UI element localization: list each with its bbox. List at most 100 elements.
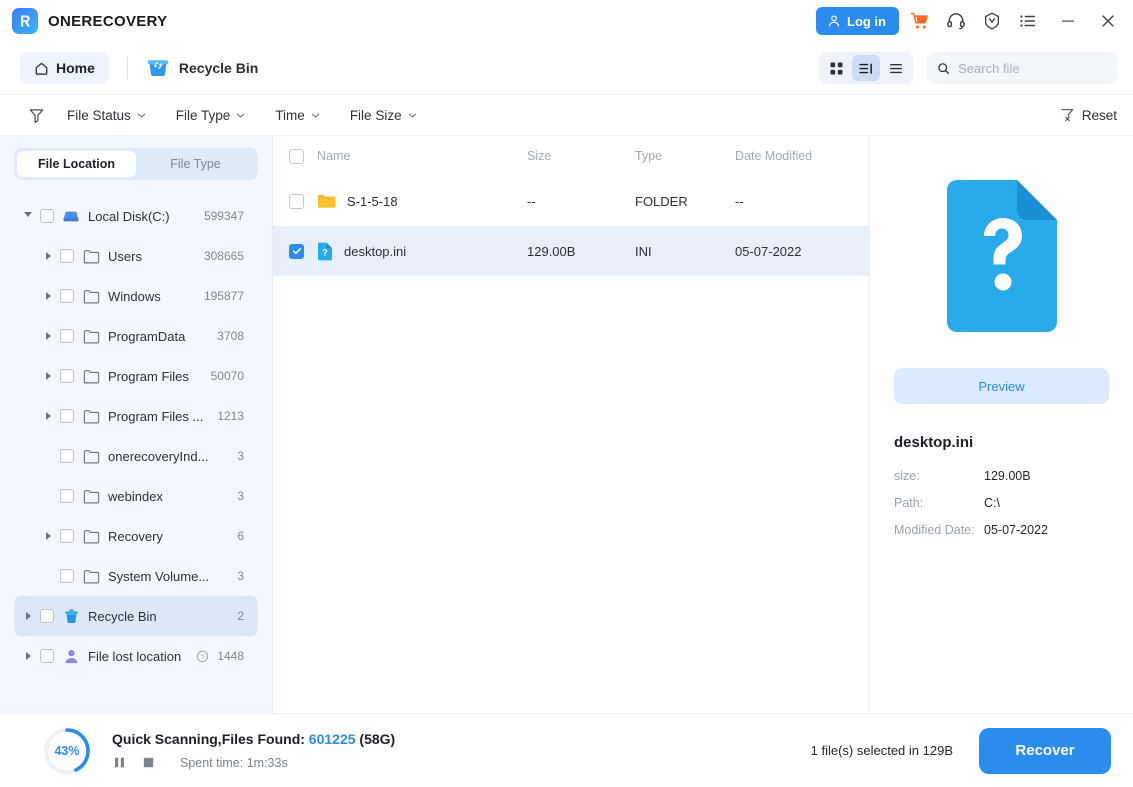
- svg-text:?: ?: [322, 247, 328, 257]
- tree-expand-arrow-icon[interactable]: [20, 212, 36, 221]
- column-header-size[interactable]: Size: [527, 149, 635, 163]
- headset-icon[interactable]: [941, 6, 971, 36]
- tree-item-label: Local Disk(C:): [88, 209, 196, 224]
- filter-time[interactable]: Time: [275, 108, 320, 123]
- tree-item-programdata[interactable]: ProgramData3708: [14, 316, 258, 356]
- folder-icon: [82, 529, 100, 544]
- tree-item-label: File lost location: [88, 649, 190, 664]
- tree-item-webindex[interactable]: webindex3: [14, 476, 258, 516]
- tree-expand-arrow-icon[interactable]: [20, 652, 36, 660]
- preview-detail-row: Modified Date:05-07-2022: [894, 523, 1109, 537]
- tree-item-checkbox[interactable]: [60, 489, 74, 503]
- tree-item-recycle-bin[interactable]: Recycle Bin2: [14, 596, 258, 636]
- tree-item-count: 3: [237, 449, 244, 463]
- chevron-down-icon: [311, 111, 320, 120]
- row-checkbox[interactable]: [289, 244, 304, 259]
- stop-scan-button[interactable]: [141, 755, 156, 770]
- chevron-right-icon: [46, 292, 51, 300]
- tree-item-label: System Volume...: [108, 569, 229, 584]
- tree-item-checkbox[interactable]: [40, 649, 54, 663]
- row-checkbox[interactable]: [289, 194, 304, 209]
- table-row[interactable]: S-1-5-18--FOLDER--: [273, 176, 869, 226]
- nav-bar: Home Recycle Bin: [0, 42, 1133, 94]
- tree-item-checkbox[interactable]: [60, 449, 74, 463]
- tree-item-file-lost-location[interactable]: ?File lost location?1448: [14, 636, 258, 676]
- tree-item-checkbox[interactable]: [40, 609, 54, 623]
- tree-item-windows[interactable]: Windows195877: [14, 276, 258, 316]
- minimize-icon[interactable]: [1053, 6, 1083, 36]
- column-header-date[interactable]: Date Modified: [735, 149, 853, 163]
- search-box[interactable]: [927, 52, 1117, 84]
- login-button-label: Log in: [847, 14, 886, 29]
- filter-file-status[interactable]: File Status: [67, 108, 146, 123]
- shield-icon[interactable]: [977, 6, 1007, 36]
- home-button[interactable]: Home: [20, 52, 109, 84]
- tree-item-checkbox[interactable]: [60, 369, 74, 383]
- column-header-type[interactable]: Type: [635, 149, 735, 163]
- search-input[interactable]: [958, 61, 1107, 76]
- row-name-cell: ?desktop.ini: [317, 242, 527, 261]
- tree-item-users[interactable]: Users 308665: [14, 236, 258, 276]
- menu-list-icon[interactable]: [1013, 6, 1043, 36]
- tree-item-checkbox[interactable]: [40, 209, 54, 223]
- help-icon[interactable]: ?: [196, 650, 209, 663]
- row-type: INI: [635, 244, 735, 259]
- tree-item-label: Windows: [108, 289, 196, 304]
- tree-expand-arrow-icon[interactable]: [40, 332, 56, 340]
- tree-item-label: Program Files ...: [108, 409, 209, 424]
- tree-item-label: Users: [108, 249, 196, 264]
- filter-file-type[interactable]: File Type: [176, 108, 246, 123]
- tree-item-checkbox[interactable]: [60, 529, 74, 543]
- tree-item-system-volume[interactable]: System Volume...3: [14, 556, 258, 596]
- filter-file-status-label: File Status: [67, 108, 131, 123]
- recover-button[interactable]: Recover: [979, 728, 1111, 774]
- tab-recycle-bin[interactable]: Recycle Bin: [146, 57, 258, 79]
- tree-expand-arrow-icon[interactable]: [40, 372, 56, 380]
- files-found-size: (58G): [359, 731, 395, 747]
- tree-item-checkbox[interactable]: [60, 289, 74, 303]
- home-button-label: Home: [56, 60, 95, 76]
- tree-expand-arrow-icon[interactable]: [20, 612, 36, 620]
- tree-item-onerecoveryind[interactable]: onerecoveryInd...3: [14, 436, 258, 476]
- filter-file-size[interactable]: File Size: [350, 108, 417, 123]
- tree-item-count: 50070: [211, 369, 244, 383]
- column-header-name[interactable]: Name: [317, 149, 527, 163]
- tree-item-count: 3: [237, 489, 244, 503]
- list-view-button[interactable]: [882, 55, 910, 81]
- tree-item-program-files[interactable]: Program Files ...1213: [14, 396, 258, 436]
- folder-icon: [82, 249, 100, 264]
- sidebar-tab-file-location[interactable]: File Location: [17, 151, 136, 177]
- tree-item-checkbox[interactable]: [60, 569, 74, 583]
- filter-bar: File Status File Type Time File Size Res…: [0, 94, 1133, 136]
- tree-expand-arrow-icon[interactable]: [40, 292, 56, 300]
- reset-button[interactable]: Reset: [1059, 107, 1117, 123]
- preview-detail-row: size:129.00B: [894, 469, 1109, 483]
- tree-item-label: Program Files: [108, 369, 203, 384]
- location-tree: Local Disk(C:)599347 Users 308665 Windows19…: [0, 190, 272, 713]
- tree-item-local-disk-c[interactable]: Local Disk(C:)599347: [14, 196, 258, 236]
- pause-scan-button[interactable]: [112, 755, 127, 770]
- sidebar-tab-file-type[interactable]: File Type: [136, 151, 255, 177]
- tree-item-program-files[interactable]: Program Files 50070: [14, 356, 258, 396]
- tree-item-recovery[interactable]: Recovery6: [14, 516, 258, 556]
- login-button[interactable]: Log in: [816, 7, 899, 35]
- cart-icon[interactable]: [905, 6, 935, 36]
- select-all-checkbox[interactable]: [289, 149, 304, 164]
- tree-expand-arrow-icon[interactable]: [40, 412, 56, 420]
- folder-icon: [82, 329, 100, 344]
- table-row[interactable]: ?desktop.ini129.00BINI05-07-2022: [273, 226, 869, 276]
- tree-item-count: 1448: [217, 649, 244, 663]
- filter-file-size-label: File Size: [350, 108, 402, 123]
- tree-expand-arrow-icon[interactable]: [40, 252, 56, 260]
- split-view-button[interactable]: [852, 55, 880, 81]
- preview-button[interactable]: Preview: [894, 368, 1109, 404]
- home-icon: [34, 61, 49, 76]
- grid-view-button[interactable]: [822, 55, 850, 81]
- tree-expand-arrow-icon[interactable]: [40, 532, 56, 540]
- tree-item-checkbox[interactable]: [60, 249, 74, 263]
- close-icon[interactable]: [1093, 6, 1123, 36]
- tree-item-count: 308665: [204, 249, 244, 263]
- row-date: --: [735, 194, 853, 209]
- tree-item-checkbox[interactable]: [60, 409, 74, 423]
- tree-item-checkbox[interactable]: [60, 329, 74, 343]
